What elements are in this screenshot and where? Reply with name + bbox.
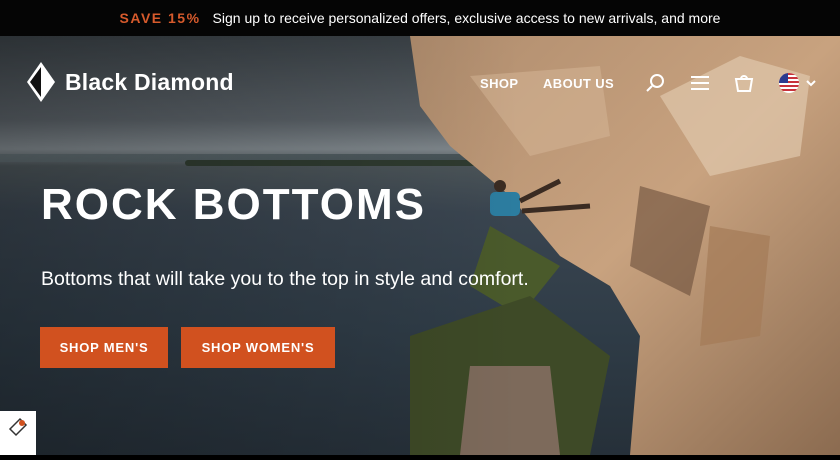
floating-widget[interactable] (0, 411, 36, 455)
us-flag-icon[interactable] (779, 73, 799, 93)
promo-bar[interactable]: SAVE 15% Sign up to receive personalized… (0, 0, 840, 36)
brand-name: Black Diamond (65, 68, 234, 95)
promo-text[interactable]: Sign up to receive personalized offers, … (213, 10, 721, 26)
diamond-logo-icon (27, 62, 55, 102)
search-icon[interactable] (646, 73, 666, 93)
nav-about-us[interactable]: ABOUT US (543, 76, 614, 91)
tag-icon (8, 417, 28, 437)
nav-shop[interactable]: SHOP (480, 76, 518, 91)
menu-icon[interactable] (690, 74, 710, 92)
promo-badge: SAVE 15% (119, 10, 201, 26)
shop-women-button[interactable]: SHOP WOMEN'S (181, 327, 335, 368)
chevron-down-icon[interactable] (805, 77, 817, 89)
cart-icon[interactable] (734, 73, 754, 93)
hero-headline: ROCK BOTTOMS (41, 180, 426, 229)
hero-subhead: Bottoms that will take you to the top in… (41, 268, 529, 290)
brand-logo[interactable]: Black Diamond (27, 62, 234, 102)
shop-men-button[interactable]: SHOP MEN'S (40, 327, 168, 368)
